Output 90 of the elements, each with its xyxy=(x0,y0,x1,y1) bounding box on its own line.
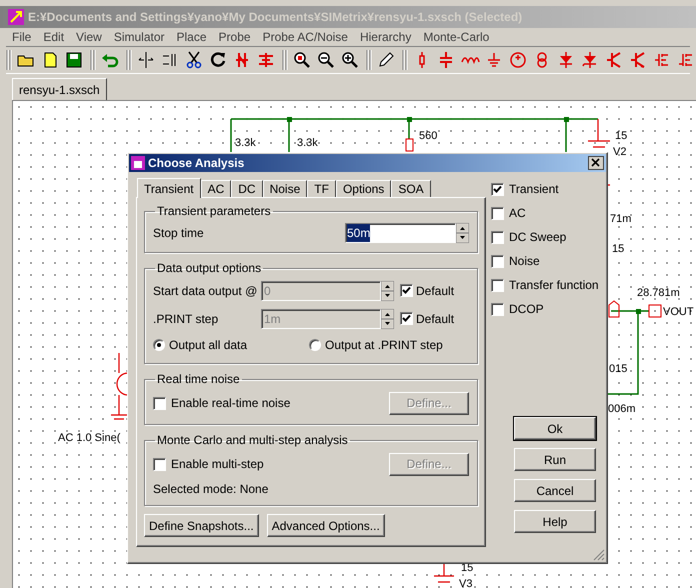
dialog-button[interactable]: Advanced Options... xyxy=(266,514,385,537)
menu-item[interactable]: Monte-Carlo xyxy=(423,28,490,46)
checkbox-label: Default xyxy=(416,311,454,328)
zoom-out-icon[interactable] xyxy=(316,50,336,70)
component-label: V2 xyxy=(613,146,626,158)
dialog-button[interactable]: Ok xyxy=(514,417,596,440)
grip-handle[interactable] xyxy=(282,49,288,71)
checkbox-label: DCOP xyxy=(509,301,544,318)
checkbox-label: Enable multi-step xyxy=(171,456,265,473)
spin-buttons[interactable] xyxy=(381,309,394,329)
dialog-title: Choose Analysis xyxy=(148,155,246,172)
analysis-checkbox[interactable] xyxy=(491,182,504,196)
spin-buttons[interactable] xyxy=(456,223,469,243)
menu-item[interactable]: Simulator xyxy=(114,28,165,46)
dialog-button[interactable]: Cancel xyxy=(514,479,596,502)
close-icon[interactable] xyxy=(588,156,604,170)
menu-item[interactable]: Probe xyxy=(218,28,251,46)
dialog-button[interactable]: Help xyxy=(514,510,596,533)
tab[interactable]: AC xyxy=(200,180,232,197)
component-label: 71m xyxy=(610,213,632,225)
stop-time-label: Stop time xyxy=(153,225,205,242)
component-label: VOUT xyxy=(663,306,694,318)
component-icon[interactable] xyxy=(256,50,276,70)
radio-button[interactable] xyxy=(153,339,165,351)
tab[interactable]: TF xyxy=(307,180,336,197)
component-label: AC 1.0 Sine( xyxy=(58,432,120,444)
menu-item[interactable]: Hierarchy xyxy=(360,28,412,46)
group-title: Data output options xyxy=(156,260,262,277)
component-label: 28.781m xyxy=(637,287,680,299)
save-icon[interactable] xyxy=(64,50,84,70)
cut-icon[interactable] xyxy=(184,50,204,70)
component-label: 3.3k xyxy=(297,137,318,149)
analysis-checkbox[interactable] xyxy=(491,278,504,292)
document-tab[interactable]: rensyu-1.sxsch xyxy=(12,78,107,100)
analysis-checkbox[interactable] xyxy=(491,206,504,220)
grip-handle[interactable] xyxy=(6,49,12,71)
checkbox-label: Default xyxy=(416,283,454,300)
analysis-checkbox[interactable] xyxy=(491,230,504,244)
radio-button[interactable] xyxy=(309,339,321,351)
grip-handle[interactable] xyxy=(402,49,408,71)
checkbox[interactable] xyxy=(153,458,166,470)
voltage-source-icon[interactable] xyxy=(508,50,528,70)
zoom-fit-icon[interactable] xyxy=(292,50,312,70)
checkbox-label: AC xyxy=(509,205,526,222)
tab[interactable]: Options xyxy=(336,180,392,197)
grip-handle[interactable] xyxy=(126,49,132,71)
dialog-button[interactable]: Run xyxy=(514,448,596,471)
group-title: Monte Carlo and multi-step analysis xyxy=(156,432,349,449)
field-label: Start data output @ xyxy=(153,283,258,300)
menu-item[interactable]: Place xyxy=(176,28,207,46)
analysis-checkbox[interactable] xyxy=(491,302,504,316)
dialog-button[interactable]: Define Snapshots... xyxy=(144,514,259,537)
component-label: 3.3k xyxy=(235,137,256,149)
rotate-icon[interactable] xyxy=(208,50,228,70)
tab[interactable]: DC xyxy=(231,180,263,197)
component-label: 560 xyxy=(419,130,438,142)
checkbox-label: DC Sweep xyxy=(509,229,566,246)
flip-horizontal-icon[interactable] xyxy=(136,50,156,70)
checkbox-label: Noise xyxy=(509,253,540,270)
menu-item[interactable]: View xyxy=(76,28,102,46)
component-label: 15 xyxy=(612,243,624,255)
spin-buttons[interactable] xyxy=(381,281,394,301)
tab[interactable]: Transient xyxy=(137,178,201,198)
component-label: 015 xyxy=(609,363,628,375)
dialog-icon xyxy=(131,156,145,170)
checkbox[interactable] xyxy=(153,396,166,410)
radio-label: Output at .PRINT step xyxy=(325,337,443,354)
grip-handle[interactable] xyxy=(90,49,96,71)
menu-item[interactable]: Edit xyxy=(43,28,64,46)
component-label: V3 xyxy=(459,578,472,588)
radio-label: Output all data xyxy=(169,337,248,354)
menu-item[interactable]: File xyxy=(12,28,32,46)
grip-handle[interactable] xyxy=(366,49,372,71)
checkbox-label: Enable real-time noise xyxy=(171,395,292,412)
group-title: Real time noise xyxy=(156,371,241,388)
group-title: Transient parameters xyxy=(156,203,272,220)
analysis-checkbox[interactable] xyxy=(491,254,504,268)
checkbox-label: Transient xyxy=(509,181,559,198)
component-label: 15 xyxy=(615,130,628,142)
tab[interactable]: SOA xyxy=(391,180,431,197)
checkbox-label: Transfer function xyxy=(509,277,599,294)
field-label: .PRINT step xyxy=(153,311,220,328)
zoom-in-icon[interactable] xyxy=(340,50,360,70)
component-label: 006m xyxy=(608,403,636,415)
stop-time-field[interactable]: 50m xyxy=(345,223,456,243)
app-icon xyxy=(8,9,24,25)
resize-grip-icon[interactable] xyxy=(593,549,605,561)
mode-text: Selected mode: None xyxy=(153,481,268,498)
menu-item[interactable]: Probe AC/Noise xyxy=(262,28,348,46)
tab[interactable]: Noise xyxy=(262,180,308,197)
